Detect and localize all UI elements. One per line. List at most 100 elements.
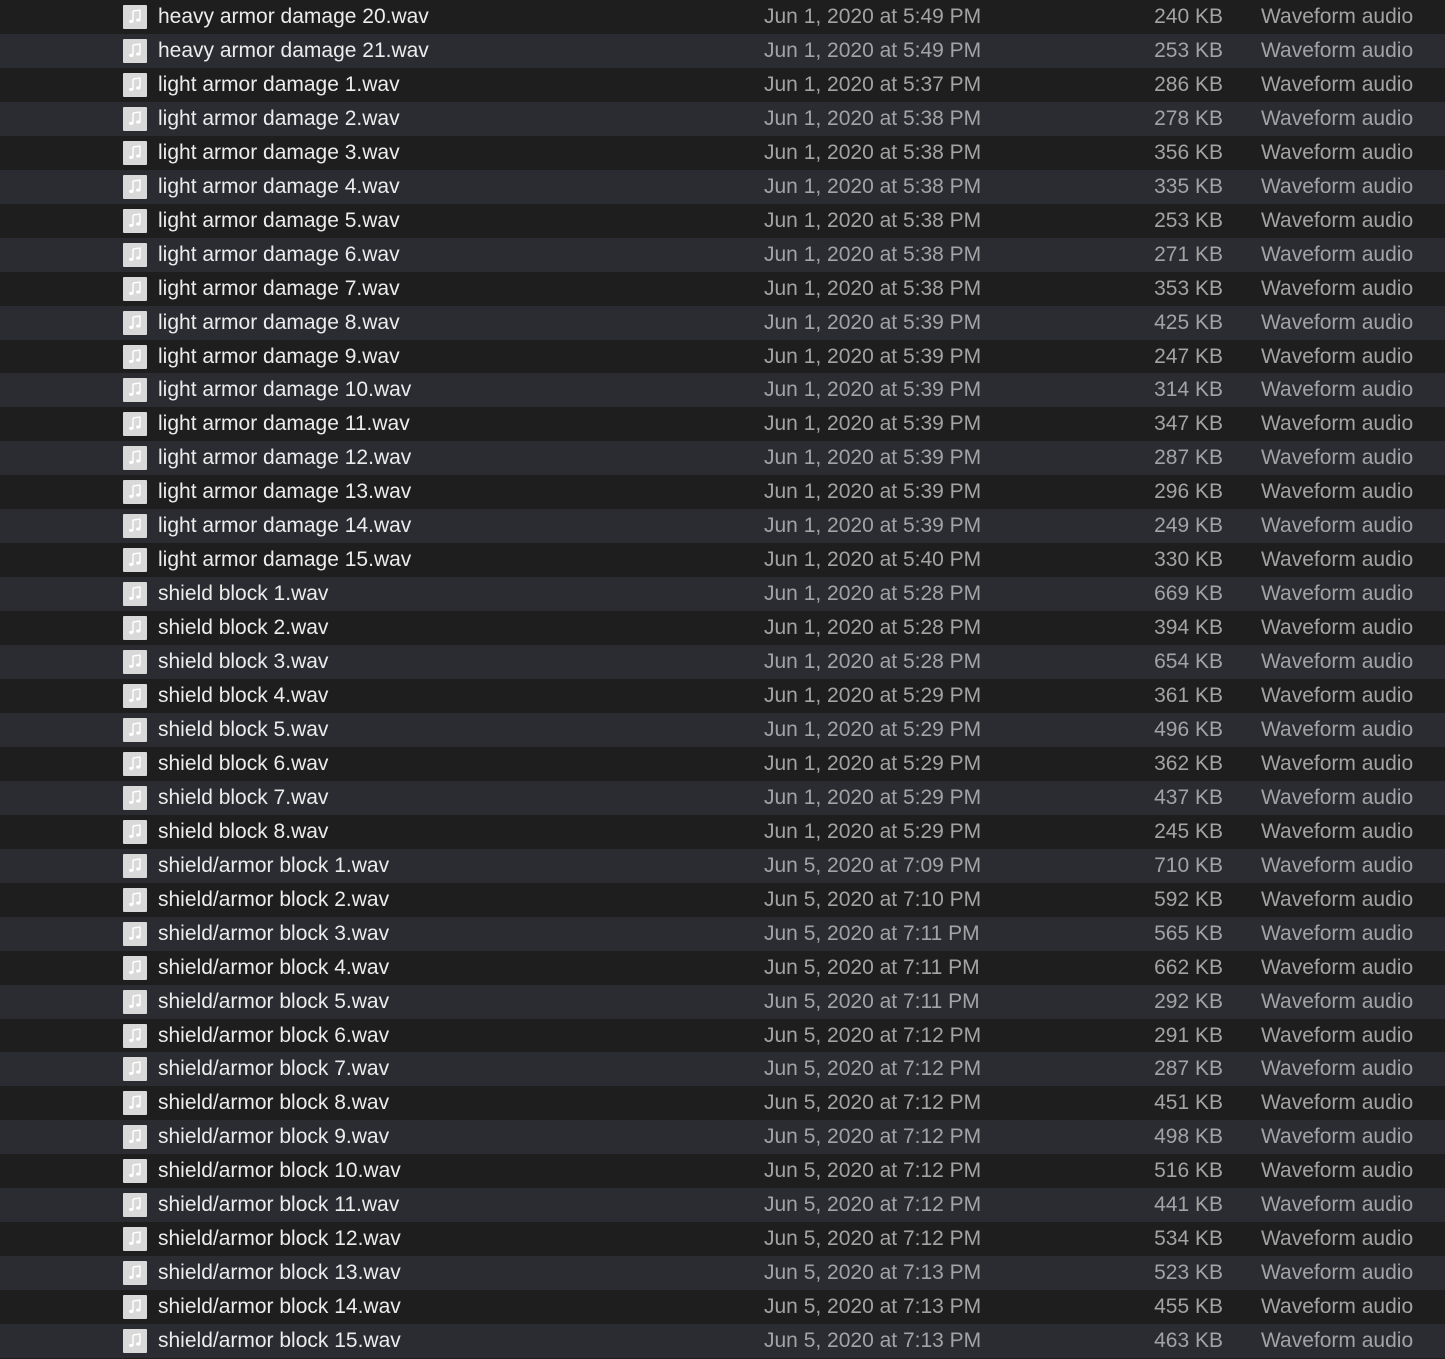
file-row[interactable]: shield/armor block 14.wav Jun 5, 2020 at… — [0, 1290, 1445, 1325]
file-row[interactable]: shield/armor block 7.wav Jun 5, 2020 at … — [0, 1052, 1445, 1087]
file-date-modified: Jun 5, 2020 at 7:12 PM — [764, 1193, 982, 1217]
file-row[interactable]: heavy armor damage 20.wav Jun 1, 2020 at… — [0, 0, 1445, 34]
file-row[interactable]: shield/armor block 9.wav Jun 5, 2020 at … — [0, 1120, 1445, 1155]
file-date-modified: Jun 1, 2020 at 5:29 PM — [764, 684, 982, 707]
audio-file-icon — [123, 5, 147, 29]
file-name: light armor damage 7.wav — [158, 276, 400, 300]
file-row[interactable]: shield block 6.wav Jun 1, 2020 at 5:29 P… — [0, 746, 1445, 781]
audio-file-icon — [123, 921, 147, 946]
audio-file-icon — [123, 548, 147, 573]
file-size: 437 KB — [1154, 785, 1223, 809]
file-size: 592 KB — [1154, 887, 1223, 911]
file-date-modified: Jun 1, 2020 at 5:49 PM — [764, 5, 982, 28]
file-kind: Waveform audio — [1261, 174, 1414, 198]
file-size: 463 KB — [1154, 1329, 1223, 1353]
file-size: 330 KB — [1154, 548, 1223, 572]
file-name: light armor damage 10.wav — [158, 378, 412, 402]
file-size: 523 KB — [1154, 1261, 1223, 1285]
file-row[interactable]: light armor damage 9.wav Jun 1, 2020 at … — [0, 339, 1445, 374]
file-kind: Waveform audio — [1261, 785, 1414, 809]
file-row[interactable]: shield/armor block 15.wav Jun 5, 2020 at… — [0, 1324, 1445, 1359]
file-row[interactable]: shield/armor block 10.wav Jun 5, 2020 at… — [0, 1154, 1445, 1189]
file-date-modified: Jun 1, 2020 at 5:28 PM — [764, 650, 982, 674]
file-row[interactable]: shield/armor block 2.wav Jun 5, 2020 at … — [0, 882, 1445, 917]
audio-file-icon — [123, 785, 147, 810]
file-row[interactable]: light armor damage 15.wav Jun 1, 2020 at… — [0, 543, 1445, 578]
file-name: shield/armor block 1.wav — [158, 853, 390, 877]
file-name: shield/armor block 5.wav — [158, 989, 390, 1013]
file-name: heavy armor damage 20.wav — [158, 5, 429, 28]
file-name: light armor damage 2.wav — [158, 106, 400, 130]
file-kind: Waveform audio — [1261, 140, 1414, 164]
file-date-modified: Jun 5, 2020 at 7:13 PM — [764, 1261, 982, 1285]
audio-file-icon — [123, 242, 147, 267]
file-name: shield/armor block 4.wav — [158, 955, 390, 979]
file-name: light armor damage 11.wav — [158, 412, 410, 436]
file-size: 353 KB — [1154, 276, 1223, 300]
file-date-modified: Jun 1, 2020 at 5:40 PM — [764, 548, 982, 572]
file-row[interactable]: shield/armor block 11.wav Jun 5, 2020 at… — [0, 1188, 1445, 1223]
file-row[interactable]: shield/armor block 3.wav Jun 5, 2020 at … — [0, 916, 1445, 951]
file-row[interactable]: light armor damage 10.wav Jun 1, 2020 at… — [0, 373, 1445, 408]
file-row[interactable]: shield/armor block 12.wav Jun 5, 2020 at… — [0, 1222, 1445, 1257]
file-row[interactable]: shield block 4.wav Jun 1, 2020 at 5:29 P… — [0, 679, 1445, 713]
file-row[interactable]: shield block 5.wav Jun 1, 2020 at 5:29 P… — [0, 712, 1445, 747]
file-list: heavy armor damage 20.wav Jun 1, 2020 at… — [0, 0, 1445, 1359]
file-date-modified: Jun 5, 2020 at 7:09 PM — [764, 853, 982, 877]
file-kind: Waveform audio — [1261, 1159, 1414, 1183]
audio-file-icon — [123, 650, 147, 675]
file-row[interactable]: shield/armor block 5.wav Jun 5, 2020 at … — [0, 984, 1445, 1019]
file-row[interactable]: shield block 1.wav Jun 1, 2020 at 5:28 P… — [0, 577, 1445, 612]
audio-file-icon — [123, 1057, 147, 1082]
file-name: light armor damage 8.wav — [158, 310, 400, 334]
file-size: 394 KB — [1154, 616, 1223, 640]
file-size: 271 KB — [1154, 242, 1223, 266]
file-size: 278 KB — [1154, 106, 1223, 130]
audio-file-icon — [123, 853, 147, 878]
file-size: 240 KB — [1154, 5, 1223, 28]
file-row[interactable]: light armor damage 5.wav Jun 1, 2020 at … — [0, 203, 1445, 238]
file-row[interactable]: shield block 8.wav Jun 1, 2020 at 5:29 P… — [0, 814, 1445, 849]
file-row[interactable]: shield block 3.wav Jun 1, 2020 at 5:28 P… — [0, 645, 1445, 680]
file-row[interactable]: shield block 2.wav Jun 1, 2020 at 5:28 P… — [0, 611, 1445, 646]
file-size: 286 KB — [1154, 72, 1223, 96]
file-row[interactable]: light armor damage 4.wav Jun 1, 2020 at … — [0, 169, 1445, 204]
file-row[interactable]: heavy armor damage 21.wav Jun 1, 2020 at… — [0, 33, 1445, 68]
file-size: 498 KB — [1154, 1125, 1223, 1149]
file-date-modified: Jun 1, 2020 at 5:39 PM — [764, 310, 982, 334]
file-row[interactable]: light armor damage 12.wav Jun 1, 2020 at… — [0, 441, 1445, 476]
audio-file-icon — [123, 684, 147, 708]
file-row[interactable]: light armor damage 14.wav Jun 1, 2020 at… — [0, 509, 1445, 544]
file-row[interactable]: light armor damage 13.wav Jun 1, 2020 at… — [0, 475, 1445, 510]
file-date-modified: Jun 1, 2020 at 5:38 PM — [764, 106, 982, 130]
audio-file-icon — [123, 378, 147, 403]
file-size: 356 KB — [1154, 140, 1223, 164]
file-row[interactable]: shield/armor block 4.wav Jun 5, 2020 at … — [0, 950, 1445, 985]
file-row[interactable]: shield/armor block 6.wav Jun 5, 2020 at … — [0, 1018, 1445, 1053]
file-date-modified: Jun 1, 2020 at 5:39 PM — [764, 480, 982, 504]
audio-file-icon — [123, 819, 147, 844]
file-kind: Waveform audio — [1261, 1023, 1414, 1047]
file-row[interactable]: shield/armor block 8.wav Jun 5, 2020 at … — [0, 1086, 1445, 1121]
file-size: 496 KB — [1154, 717, 1223, 741]
file-row[interactable]: light armor damage 7.wav Jun 1, 2020 at … — [0, 271, 1445, 306]
file-kind: Waveform audio — [1261, 989, 1414, 1013]
file-row[interactable]: light armor damage 1.wav Jun 1, 2020 at … — [0, 67, 1445, 102]
file-name: shield/armor block 10.wav — [158, 1159, 401, 1183]
file-row[interactable]: light armor damage 11.wav Jun 1, 2020 at… — [0, 407, 1445, 442]
file-row[interactable]: shield/armor block 1.wav Jun 5, 2020 at … — [0, 848, 1445, 883]
file-row[interactable]: light armor damage 3.wav Jun 1, 2020 at … — [0, 135, 1445, 170]
file-kind: Waveform audio — [1261, 1125, 1414, 1149]
file-row[interactable]: shield/armor block 13.wav Jun 5, 2020 at… — [0, 1256, 1445, 1291]
file-row[interactable]: shield block 7.wav Jun 1, 2020 at 5:29 P… — [0, 780, 1445, 815]
file-row[interactable]: light armor damage 8.wav Jun 1, 2020 at … — [0, 305, 1445, 340]
file-row[interactable]: light armor damage 2.wav Jun 1, 2020 at … — [0, 101, 1445, 136]
file-name: light armor damage 12.wav — [158, 446, 412, 470]
file-name: light armor damage 14.wav — [158, 514, 412, 538]
file-kind: Waveform audio — [1261, 616, 1414, 640]
file-name: shield/armor block 6.wav — [158, 1023, 390, 1047]
file-date-modified: Jun 5, 2020 at 7:12 PM — [764, 1227, 982, 1251]
file-row[interactable]: light armor damage 6.wav Jun 1, 2020 at … — [0, 237, 1445, 272]
file-name: shield block 6.wav — [158, 751, 329, 775]
file-date-modified: Jun 5, 2020 at 7:10 PM — [764, 887, 982, 911]
